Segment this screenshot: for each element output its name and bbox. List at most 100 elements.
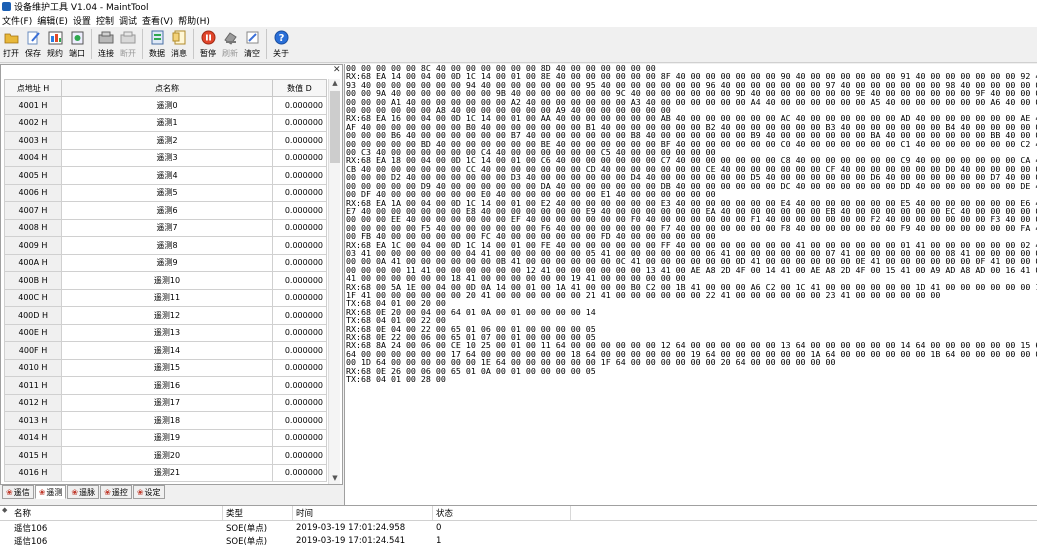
- point-name: 遥测13: [61, 323, 273, 342]
- point-value: 0.000000: [272, 393, 327, 412]
- table-row[interactable]: 400A H 遥测9 0.000000: [4, 253, 327, 272]
- save-button[interactable]: 保存: [22, 27, 44, 61]
- table-row[interactable]: 4005 H 遥测4 0.000000: [4, 166, 327, 185]
- table-row[interactable]: 4013 H 遥测18 0.000000: [4, 411, 327, 430]
- toolbar-separator: [142, 29, 143, 59]
- event-status: 0: [436, 522, 442, 533]
- about-button[interactable]: ? 关于: [270, 27, 292, 61]
- data-icon: [149, 29, 166, 46]
- protocol-button[interactable]: 规约: [44, 27, 66, 61]
- column-header-name[interactable]: 名称: [0, 506, 223, 520]
- table-row[interactable]: 400F H 遥测14 0.000000: [4, 341, 327, 360]
- point-value: 0.000000: [272, 96, 327, 115]
- point-name: 遥测12: [61, 306, 273, 325]
- table-row[interactable]: 4014 H 遥测19 0.000000: [4, 428, 327, 447]
- point-value: 0.000000: [272, 236, 327, 255]
- pin-icon[interactable]: ◆: [2, 506, 7, 514]
- help-icon: ?: [273, 29, 290, 46]
- log-line: RX:68 0E 26 00 06 00 65 01 0A 00 01 00 0…: [346, 365, 596, 376]
- event-time: 2019-03-19 17:01:24.541: [296, 535, 406, 546]
- tab-0[interactable]: ❀ 遥信: [2, 485, 34, 499]
- table-row[interactable]: 4001 H 遥测0 0.000000: [4, 96, 327, 115]
- connect-button[interactable]: 连接: [95, 27, 117, 61]
- table-row[interactable]: 4002 H 遥测1 0.000000: [4, 113, 327, 132]
- menu-debug[interactable]: 调试: [117, 14, 140, 27]
- list-item[interactable]: 遥信106 SOE(单点) 2019-03-19 17:01:24.541 1: [0, 534, 1037, 547]
- menu-settings[interactable]: 设置: [71, 14, 94, 27]
- menu-file[interactable]: 文件(F): [0, 14, 35, 27]
- point-value: 0.000000: [272, 288, 327, 307]
- open-button[interactable]: 打开: [0, 27, 22, 61]
- refresh-button[interactable]: 刷新: [219, 27, 241, 61]
- scroll-up-arrow-icon[interactable]: ▲: [329, 79, 341, 89]
- table-row[interactable]: 4009 H 遥测8 0.000000: [4, 236, 327, 255]
- list-item[interactable]: 遥信106 SOE(单点) 2019-03-19 17:01:24.958 0: [0, 521, 1037, 534]
- tab-4[interactable]: ❀ 设定: [132, 485, 165, 499]
- disconnect-icon: [120, 29, 137, 46]
- event-type: SOE(单点): [226, 536, 268, 547]
- point-address: 4007 H: [4, 201, 62, 220]
- table-row[interactable]: 400B H 遥测10 0.000000: [4, 271, 327, 290]
- point-address: 4004 H: [4, 148, 62, 167]
- tab-3[interactable]: ❀ 遥控: [100, 485, 132, 499]
- table-row[interactable]: 4008 H 遥测7 0.000000: [4, 218, 327, 237]
- point-address: 4012 H: [4, 393, 62, 412]
- column-header-type[interactable]: 类型: [223, 506, 293, 520]
- tab-2[interactable]: ❀ 遥脉: [67, 485, 100, 499]
- scrollbar-thumb[interactable]: [330, 91, 340, 163]
- column-header-status[interactable]: 状态: [433, 506, 571, 520]
- point-address: 400F H: [4, 341, 62, 360]
- point-address: 4009 H: [4, 236, 62, 255]
- table-row[interactable]: 400E H 遥测13 0.000000: [4, 323, 327, 342]
- clear-button[interactable]: 清空: [241, 27, 263, 61]
- menu-bar: 文件(F) 编辑(E) 设置 控制 调试 查看(V) 帮助(H): [0, 13, 1037, 27]
- point-name: 遥测6: [61, 201, 273, 220]
- pause-button[interactable]: 暂停: [197, 27, 219, 61]
- table-scrollbar[interactable]: ▲ ▼: [328, 79, 340, 484]
- menu-help[interactable]: 帮助(H): [176, 14, 213, 27]
- point-value: 0.000000: [272, 201, 327, 220]
- toolbar: 打开 保存 规约 端口 连接 断开 数据 消息 暂停 刷新 清空 ? 关于: [0, 27, 1037, 63]
- point-value: 0.000000: [272, 218, 327, 237]
- tab-icon: ❀: [136, 487, 144, 497]
- column-header-name[interactable]: 点名称: [61, 79, 273, 97]
- point-value: 0.000000: [272, 323, 327, 342]
- table-row[interactable]: 4011 H 遥测16 0.000000: [4, 376, 327, 395]
- table-row[interactable]: 4010 H 遥测15 0.000000: [4, 358, 327, 377]
- point-name: 遥测11: [61, 288, 273, 307]
- menu-control[interactable]: 控制: [94, 14, 117, 27]
- point-value: 0.000000: [272, 428, 327, 447]
- svg-text:?: ?: [278, 33, 284, 44]
- refresh-icon: [222, 29, 239, 46]
- port-button[interactable]: 端口: [66, 27, 88, 61]
- scroll-down-arrow-icon[interactable]: ▼: [329, 474, 341, 484]
- point-address: 4005 H: [4, 166, 62, 185]
- table-row[interactable]: 4003 H 遥测2 0.000000: [4, 131, 327, 150]
- table-row[interactable]: 4012 H 遥测17 0.000000: [4, 393, 327, 412]
- table-row[interactable]: 4015 H 遥测20 0.000000: [4, 446, 327, 465]
- point-address: 400C H: [4, 288, 62, 307]
- table-row[interactable]: 400C H 遥测11 0.000000: [4, 288, 327, 307]
- column-header-address[interactable]: 点地址 H: [4, 79, 62, 97]
- column-header-value[interactable]: 数值 D: [272, 79, 327, 97]
- table-row[interactable]: 4016 H 遥测21 0.000000: [4, 463, 327, 482]
- message-button[interactable]: 消息: [168, 27, 190, 61]
- data-button[interactable]: 数据: [146, 27, 168, 61]
- table-row[interactable]: 400D H 遥测12 0.000000: [4, 306, 327, 325]
- menu-view[interactable]: 查看(V): [140, 14, 176, 27]
- column-header-time[interactable]: 时间: [293, 506, 433, 520]
- message-log[interactable]: 00 00 00 00 00 8C 40 00 00 00 00 00 00 8…: [344, 64, 1037, 505]
- disconnect-button[interactable]: 断开: [117, 27, 139, 61]
- close-panel-icon[interactable]: ✕: [333, 65, 341, 75]
- table-row[interactable]: 4007 H 遥测6 0.000000: [4, 201, 327, 220]
- table-row[interactable]: 4004 H 遥测3 0.000000: [4, 148, 327, 167]
- tab-label: 遥信: [13, 487, 30, 497]
- point-value: 0.000000: [272, 113, 327, 132]
- menu-edit[interactable]: 编辑(E): [35, 14, 71, 27]
- tab-label: 设定: [144, 487, 161, 497]
- table-row[interactable]: 4006 H 遥测5 0.000000: [4, 183, 327, 202]
- clear-icon: [244, 29, 261, 46]
- tab-1[interactable]: ❀ 遥测: [34, 485, 67, 499]
- point-address: 4010 H: [4, 358, 62, 377]
- event-type: SOE(单点): [226, 523, 268, 534]
